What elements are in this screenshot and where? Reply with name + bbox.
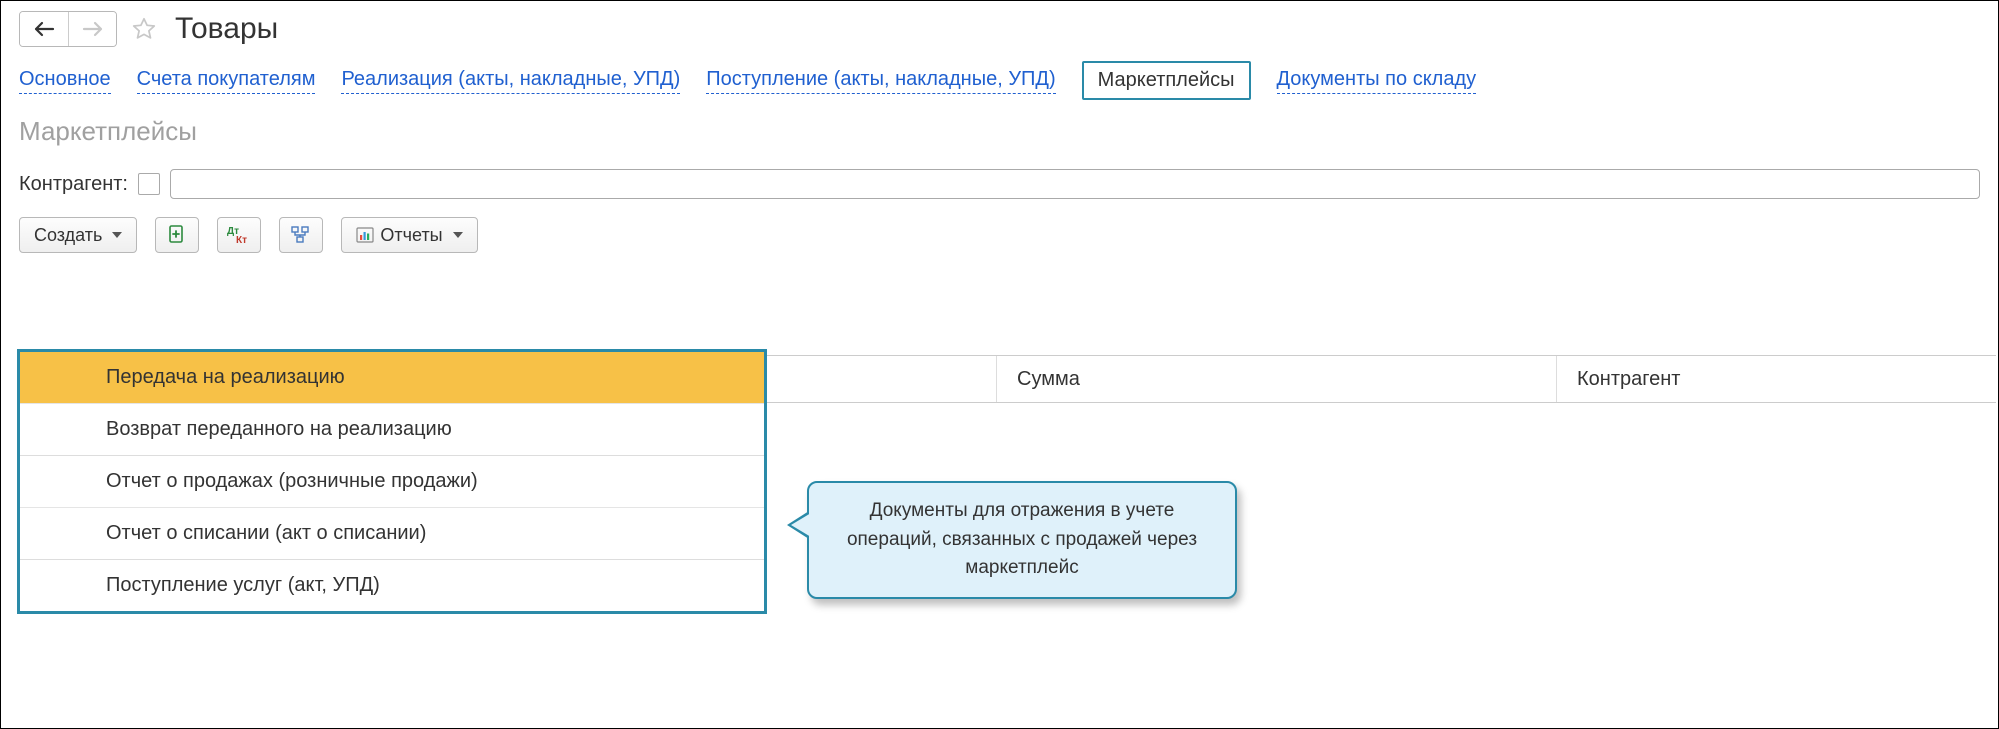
info-callout: Документы для отражения в учете операций… (807, 481, 1237, 599)
title-bar: Товары (19, 11, 1980, 47)
reports-button-label: Отчеты (380, 225, 442, 246)
toolbar: Создать Дт Кт (19, 217, 1980, 253)
counterparty-filter-input[interactable] (170, 169, 1980, 199)
copy-new-button[interactable] (155, 217, 199, 253)
menu-item-writeoff-report[interactable]: Отчет о списании (акт о списании) (20, 507, 764, 559)
back-button[interactable] (20, 12, 68, 46)
nav-main[interactable]: Основное (19, 68, 111, 94)
menu-item-retail-sales-report[interactable]: Отчет о продажах (розничные продажи) (20, 455, 764, 507)
table-header-gap (767, 356, 997, 402)
menu-item-transfer-for-sale[interactable]: Передача на реализацию (20, 352, 764, 403)
page-title: Товары (175, 12, 278, 46)
nav-button-group (19, 11, 117, 47)
chevron-down-icon (453, 232, 463, 238)
column-header-sum[interactable]: Сумма (997, 356, 1557, 402)
info-callout-text: Документы для отражения в учете операций… (847, 500, 1197, 578)
star-icon (131, 16, 157, 42)
structure-button[interactable] (279, 217, 323, 253)
create-button[interactable]: Создать (19, 217, 137, 253)
arrow-right-icon (82, 21, 104, 37)
app-window: Товары Основное Счета покупателям Реализ… (0, 0, 1999, 729)
dtkt-button[interactable]: Дт Кт (217, 217, 261, 253)
nav-sales[interactable]: Реализация (акты, накладные, УПД) (341, 68, 680, 94)
section-subtitle: Маркетплейсы (19, 116, 1980, 147)
menu-item-return-transferred[interactable]: Возврат переданного на реализацию (20, 403, 764, 455)
svg-text:Кт: Кт (236, 235, 247, 245)
bar-chart-icon (356, 227, 374, 243)
reports-button[interactable]: Отчеты (341, 217, 477, 253)
document-plus-icon (167, 224, 187, 246)
nav-invoices[interactable]: Счета покупателям (137, 68, 316, 94)
menu-item-services-receipt[interactable]: Поступление услуг (акт, УПД) (20, 559, 764, 611)
nav-receipts[interactable]: Поступление (акты, накладные, УПД) (706, 68, 1055, 94)
nav-marketplaces[interactable]: Маркетплейсы (1082, 61, 1251, 100)
nav-warehouse-docs[interactable]: Документы по складу (1277, 68, 1477, 94)
counterparty-filter-checkbox[interactable] (138, 173, 160, 195)
forward-button[interactable] (68, 12, 116, 46)
create-button-label: Создать (34, 225, 102, 246)
dtkt-icon: Дт Кт (226, 225, 252, 245)
hierarchy-icon (290, 225, 312, 245)
counterparty-filter-label: Контрагент: (19, 173, 128, 196)
create-menu: Передача на реализацию Возврат переданно… (17, 349, 767, 614)
filter-row: Контрагент: (19, 169, 1980, 199)
arrow-left-icon (33, 21, 55, 37)
section-nav: Основное Счета покупателям Реализация (а… (19, 61, 1980, 100)
favorite-button[interactable] (127, 12, 161, 46)
column-header-counterparty[interactable]: Контрагент (1557, 356, 1996, 402)
chevron-down-icon (112, 232, 122, 238)
